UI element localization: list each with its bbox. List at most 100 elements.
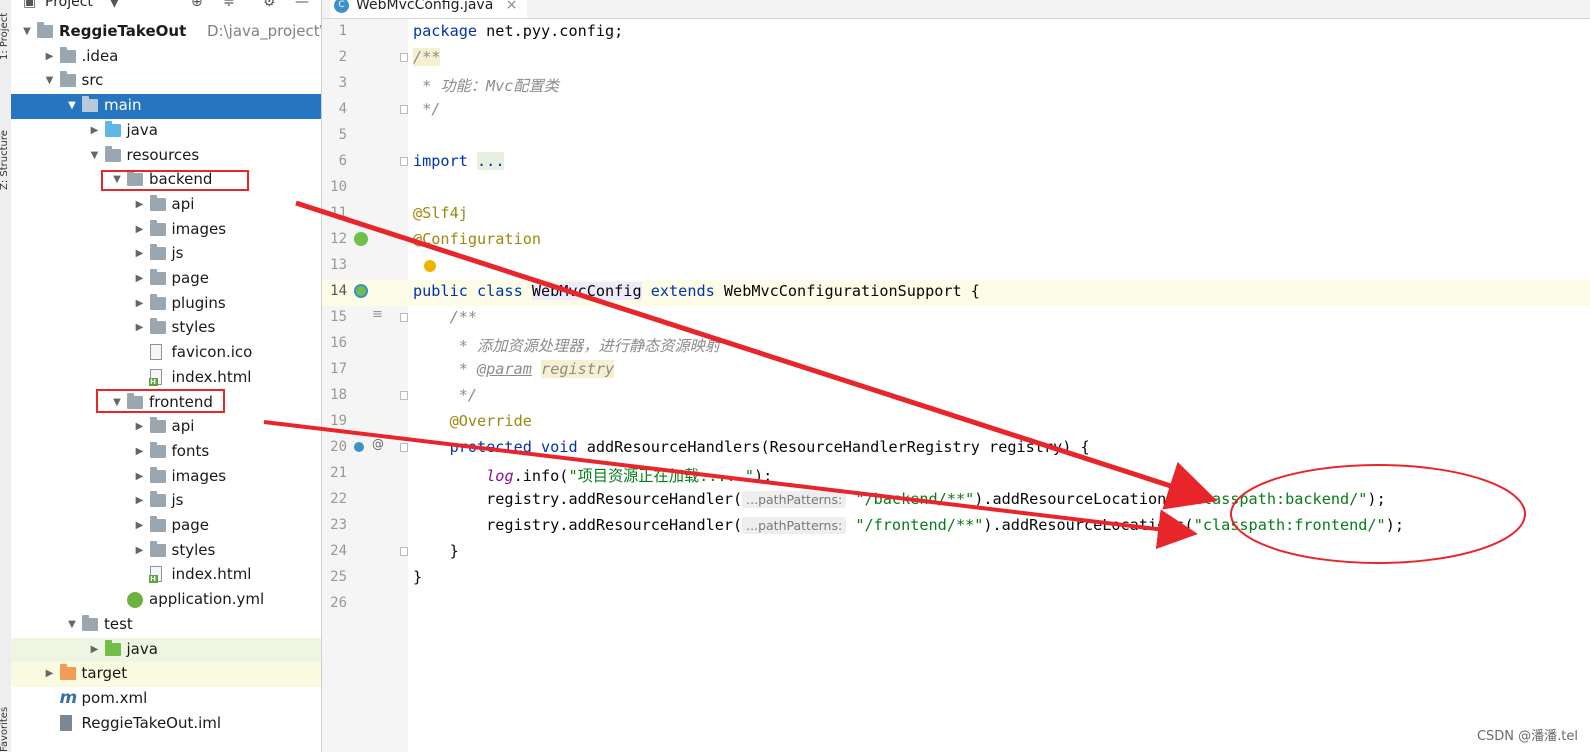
chevron-down-icon[interactable]: ▼	[66, 94, 78, 118]
tree-item[interactable]: ▶ plugins	[11, 292, 321, 317]
tree-item[interactable]: ▶ images	[11, 465, 321, 490]
hide-icon[interactable]: —	[295, 0, 309, 10]
tree-item[interactable]: ▼ main	[11, 94, 321, 119]
chevron-down-icon[interactable]: ▼	[44, 69, 56, 93]
tree-item[interactable]: m pom.xml	[11, 687, 321, 712]
chevron-down-icon[interactable]: ▼	[66, 613, 78, 637]
tree-item[interactable]: ▶ target	[11, 662, 321, 687]
tree-item[interactable]: ▶ java	[11, 119, 321, 144]
lightbulb-icon[interactable]	[424, 260, 436, 272]
resources-folder-icon	[104, 145, 121, 162]
chevron-down-icon[interactable]: ▼	[89, 144, 101, 168]
tree-item[interactable]: ▶ images	[11, 218, 321, 243]
tree-item[interactable]: ▼ resources	[11, 144, 321, 169]
chevron-right-icon[interactable]: ▶	[134, 415, 146, 439]
code-line[interactable]: */	[413, 100, 440, 118]
chevron-right-icon[interactable]: ▶	[44, 662, 56, 686]
folder-icon	[149, 194, 166, 211]
chevron-down-icon[interactable]: ▼	[21, 20, 33, 44]
fold-icon[interactable]	[400, 313, 408, 322]
tree-item[interactable]: ▼ test	[11, 613, 321, 638]
code-line[interactable]: @Configuration	[413, 230, 541, 248]
chevron-right-icon[interactable]: ▶	[44, 45, 56, 69]
structure-tool-tab[interactable]: Z: Structure	[0, 100, 11, 190]
chevron-right-icon[interactable]: ▶	[89, 638, 101, 662]
chevron-right-icon[interactable]: ▶	[134, 292, 146, 316]
tree-item[interactable]: ▶ fonts	[11, 440, 321, 465]
tree-item[interactable]: ▶ styles	[11, 539, 321, 564]
code-line[interactable]: * 添加资源处理器，进行静态资源映射	[413, 334, 720, 356]
chevron-right-icon[interactable]: ▶	[134, 539, 146, 563]
tree-item[interactable]: Hindex.html	[11, 563, 321, 588]
code-line[interactable]: import ...	[413, 152, 505, 170]
code-line[interactable]: }	[413, 542, 459, 560]
code-line[interactable]: * 功能：Mvc配置类	[413, 74, 559, 96]
tree-item[interactable]: ReggieTakeOut.iml	[11, 712, 321, 737]
project-view-label[interactable]: Project	[45, 0, 93, 10]
code-line[interactable]: /**	[413, 48, 441, 66]
code-line[interactable]: */	[413, 386, 477, 404]
tree-item[interactable]: ▼ src	[11, 69, 321, 94]
folder-icon	[149, 516, 166, 532]
chevron-right-icon[interactable]: ▶	[134, 316, 146, 340]
annotation-icon[interactable]: @	[372, 437, 386, 451]
code-line[interactable]: package net.pyy.config;	[413, 22, 623, 40]
gear-icon[interactable]: ⚙	[263, 0, 276, 10]
tree-item[interactable]: ▶ .idea	[11, 45, 321, 70]
fold-icon[interactable]	[400, 547, 408, 556]
spring-bean-icon[interactable]	[354, 232, 368, 246]
fold-icon[interactable]	[400, 105, 408, 114]
code-line[interactable]: /**	[413, 308, 477, 326]
tree-item[interactable]: ▶ page	[11, 267, 321, 292]
tree-item[interactable]: application.yml	[11, 588, 321, 613]
tree-item[interactable]: Hindex.html	[11, 366, 321, 391]
code-line[interactable]: @Slf4j	[413, 204, 468, 222]
code-line[interactable]: log.info("项目资源正在加载.....");	[413, 464, 772, 486]
fold-icon[interactable]	[400, 391, 408, 400]
override-icon[interactable]	[354, 442, 364, 452]
collapse-all-icon[interactable]: ≑	[223, 0, 235, 10]
locate-icon[interactable]: ⊕	[191, 0, 203, 10]
code-line[interactable]: public class WebMvcConfig extends WebMvc…	[413, 282, 980, 300]
project-tool-tab[interactable]: 1: Project	[0, 0, 11, 60]
chevron-right-icon[interactable]: ▶	[134, 218, 146, 242]
code-line[interactable]: }	[413, 568, 422, 586]
code-line[interactable]: registry.addResourceHandler(...pathPatte…	[413, 516, 1404, 534]
code-line[interactable]: registry.addResourceHandler(...pathPatte…	[413, 490, 1386, 508]
tab-webmvcconfig[interactable]: C WebMvcConfig.java ×	[330, 0, 528, 18]
tree-item[interactable]: ▶ java	[11, 637, 321, 663]
fold-icon[interactable]	[400, 53, 408, 62]
tree-item[interactable]: ▶ api	[11, 193, 321, 218]
tree-item[interactable]: ▶ api	[11, 415, 321, 440]
tree-item[interactable]: ▶ page	[11, 514, 321, 539]
chevron-down-icon[interactable]: ▼	[109, 0, 120, 10]
code-line[interactable]: @Override	[413, 412, 532, 430]
folder-icon	[149, 293, 166, 310]
close-icon[interactable]: ×	[506, 0, 518, 13]
spring-config-icon[interactable]	[354, 284, 368, 298]
chevron-right-icon[interactable]: ▶	[134, 440, 146, 464]
code-line[interactable]: * @param registry	[413, 360, 615, 378]
tree-item[interactable]: favicon.ico	[11, 341, 321, 366]
chevron-right-icon[interactable]: ▶	[134, 514, 146, 538]
fold-icon[interactable]	[400, 157, 408, 166]
chevron-right-icon[interactable]: ▶	[134, 465, 146, 489]
chevron-right-icon[interactable]: ▶	[134, 489, 146, 513]
tree-item[interactable]: ▼ ReggieTakeOut D:\java_project\Reg	[11, 20, 321, 45]
tree-item[interactable]: ▶ js	[11, 489, 321, 514]
tree-item[interactable]: ▶ styles	[11, 316, 321, 341]
code-line[interactable]: protected void addResourceHandlers(Resou…	[413, 438, 1090, 456]
chevron-right-icon[interactable]: ▶	[134, 267, 146, 291]
folder-icon	[149, 318, 166, 335]
line-number: 14	[330, 283, 347, 299]
tree-item-label: resources	[126, 145, 200, 164]
project-view-icon: ▣	[23, 0, 37, 10]
chevron-right-icon[interactable]: ▶	[134, 193, 146, 217]
fold-icon[interactable]	[400, 443, 408, 452]
chevron-right-icon[interactable]: ▶	[89, 119, 101, 143]
favorites-tool-tab[interactable]: Favorites	[0, 690, 11, 752]
tree-item[interactable]: ▶ js	[11, 242, 321, 267]
chevron-right-icon[interactable]: ▶	[134, 242, 146, 266]
tree-item-label: java	[126, 639, 158, 658]
doc-render-icon[interactable]: ≡	[372, 307, 386, 322]
